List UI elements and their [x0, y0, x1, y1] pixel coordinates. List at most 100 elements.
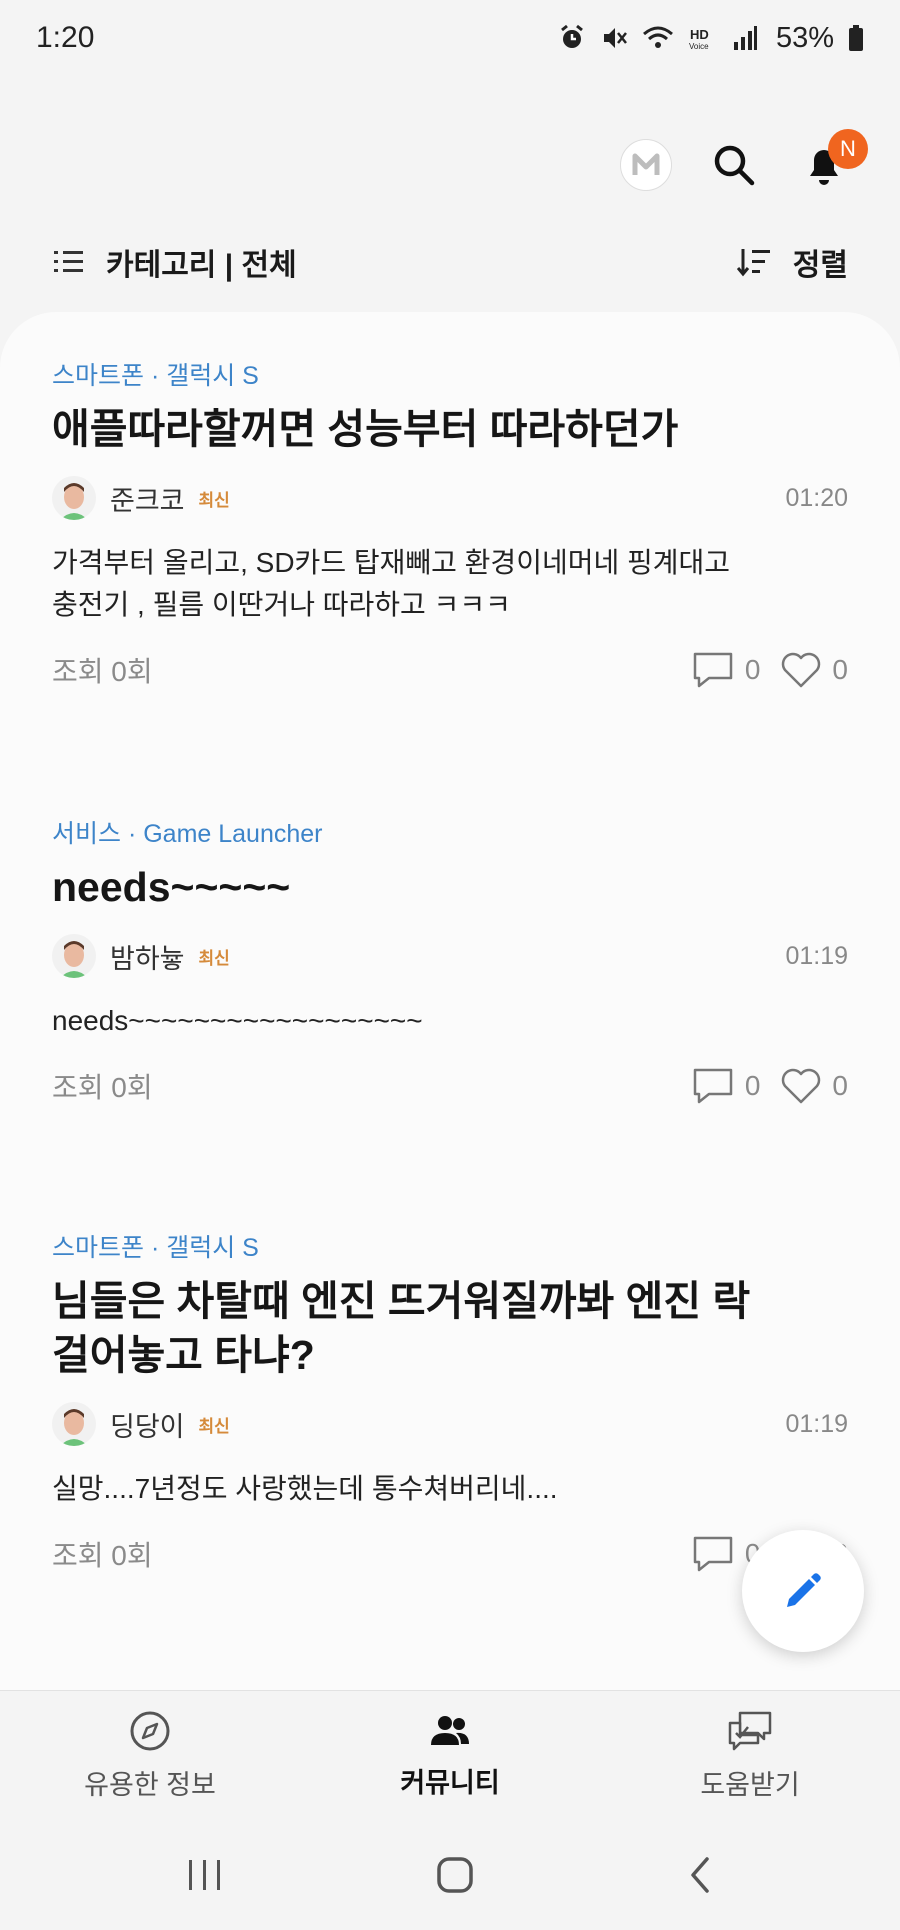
post-card[interactable]: 스마트폰 · 갤럭시 S 애플따라할꺼면 성능부터 따라하던가 준크코 최신 0…: [52, 356, 848, 700]
author-name: 준크코: [110, 485, 185, 516]
post-body-line: 가격부터 올리고, SD카드 탑재빼고 환경이네머네 핑계대고: [52, 547, 731, 578]
post-body-line: 충전기 , 필름 이딴거나 따라하고 ㅋㅋㅋ: [52, 589, 511, 620]
category-filter-label: 카테고리 | 전체: [106, 249, 297, 282]
notifications-button[interactable]: N: [796, 129, 868, 193]
post-title-line: 님들은 차탈때 엔진 뜨거워질까봐 엔진 락: [52, 1278, 751, 1324]
comment-icon: [693, 1068, 733, 1104]
nav-label: 도움받기: [700, 1770, 800, 1800]
signal-icon: [733, 26, 757, 50]
post-body[interactable]: needs~~~~~~~~~~~~~~~~~~: [52, 1000, 848, 1042]
people-icon: [431, 1716, 469, 1745]
view-count: 조회 0회: [52, 1540, 153, 1571]
like-button[interactable]: 0: [780, 651, 848, 689]
bottom-nav: 유용한 정보 커뮤니티 도움받기: [0, 1690, 900, 1820]
members-m-icon: [632, 153, 660, 175]
author-name: 딩당이: [110, 1411, 185, 1442]
avatar: [52, 476, 96, 520]
avatar: [52, 1402, 96, 1446]
status-bar: 1:20 HD Voice 53%: [0, 0, 900, 76]
nav-label: 유용한 정보: [84, 1770, 216, 1800]
nav-label: 커뮤니티: [400, 1768, 500, 1798]
system-nav-bar: [0, 1820, 900, 1930]
svg-text:HD: HD: [690, 27, 709, 42]
search-icon: [714, 145, 755, 186]
comment-icon: [693, 652, 733, 688]
alarm-icon: [561, 24, 583, 48]
sort-label: 정렬: [792, 249, 848, 282]
comment-button[interactable]: 0: [691, 650, 761, 690]
chat-bubbles-icon: [728, 1711, 772, 1751]
post-card[interactable]: 스마트폰 · 갤럭시 S 님들은 차탈때 엔진 뜨거워질까봐 엔진 락 걸어놓고…: [52, 1228, 848, 1584]
hd-voice-icon: HD Voice: [689, 27, 709, 51]
comment-count: 0: [744, 654, 761, 685]
like-button[interactable]: 0: [780, 1067, 848, 1105]
home-icon[interactable]: [435, 1855, 475, 1895]
list-icon: [54, 251, 83, 272]
post-body[interactable]: 가격부터 올리고, SD카드 탑재빼고 환경이네머네 핑계대고 충전기 , 필름…: [52, 542, 848, 626]
new-badge: 최신: [198, 1416, 230, 1436]
members-button[interactable]: [620, 139, 672, 191]
post-time: 01:19: [785, 941, 848, 970]
battery-percent: 53%: [775, 21, 834, 54]
wifi-icon: [642, 26, 673, 48]
notification-badge: N: [828, 129, 868, 169]
new-badge: 최신: [198, 948, 230, 968]
nav-useful-info[interactable]: 유용한 정보: [0, 1691, 300, 1820]
back-icon[interactable]: [685, 1855, 715, 1895]
post-footer: 조회 0회 0 0: [52, 640, 848, 700]
pencil-icon: [787, 1573, 821, 1607]
compass-icon: [130, 1711, 170, 1751]
post-footer: 조회 0회 0 2: [52, 1524, 848, 1584]
post-title[interactable]: 애플따라할꺼면 성능부터 따라하던가: [52, 402, 848, 456]
post-card[interactable]: 서비스 · Game Launcher needs~~~~~ 밤하늏 최신 01…: [52, 814, 848, 1116]
post-time: 01:19: [785, 1409, 848, 1438]
post-body[interactable]: 실망....7년정도 사랑했는데 통수쳐버리네....: [52, 1468, 848, 1510]
write-post-button[interactable]: [742, 1530, 864, 1652]
post-author[interactable]: 밤하늏 최신: [52, 934, 230, 978]
sort-button[interactable]: 정렬: [736, 240, 848, 284]
view-count: 조회 0회: [52, 1072, 153, 1103]
sort-icon: [736, 249, 770, 277]
post-category[interactable]: 스마트폰 · 갤럭시 S: [52, 1228, 848, 1264]
post-category[interactable]: 스마트폰 · 갤럭시 S: [52, 356, 848, 392]
nav-community[interactable]: 커뮤니티: [300, 1691, 600, 1820]
post-title[interactable]: needs~~~~~: [52, 860, 848, 914]
comment-count: 0: [744, 1070, 761, 1101]
reactions: 0 0: [671, 650, 848, 690]
post-meta: 준크코 최신 01:20: [52, 470, 848, 526]
new-badge: 최신: [198, 490, 230, 510]
comment-icon: [693, 1536, 733, 1572]
post-title[interactable]: 님들은 차탈때 엔진 뜨거워질까봐 엔진 락 걸어놓고 타냐?: [52, 1274, 848, 1382]
category-filter[interactable]: 카테고리 | 전체: [54, 240, 297, 284]
filter-bar: 카테고리 | 전체 정렬: [0, 230, 900, 294]
post-author[interactable]: 준크코 최신: [52, 476, 230, 520]
comment-button[interactable]: 0: [691, 1066, 761, 1106]
view-count: 조회 0회: [52, 656, 153, 687]
post-body-line: 실망....7년정도 사랑했는데 통수쳐버리네....: [52, 1473, 558, 1504]
heart-icon: [782, 652, 821, 688]
post-author[interactable]: 딩당이 최신: [52, 1402, 230, 1446]
status-icons: HD Voice 53%: [558, 22, 864, 55]
like-count: 0: [832, 654, 848, 685]
status-time: 1:20: [36, 21, 95, 54]
post-feed: 스마트폰 · 갤럭시 S 애플따라할꺼면 성능부터 따라하던가 준크코 최신 0…: [0, 312, 900, 1690]
svg-text:Voice: Voice: [689, 42, 709, 51]
post-time: 01:20: [785, 483, 848, 512]
post-meta: 딩당이 최신 01:19: [52, 1396, 848, 1452]
post-footer: 조회 0회 0 0: [52, 1056, 848, 1116]
post-meta: 밤하늏 최신 01:19: [52, 928, 848, 984]
like-count: 0: [832, 1070, 848, 1101]
heart-icon: [782, 1068, 821, 1104]
recent-apps-icon[interactable]: [185, 1858, 225, 1892]
post-title-line: 걸어놓고 타냐?: [52, 1332, 315, 1378]
app-header: N: [0, 120, 900, 210]
search-button[interactable]: [706, 137, 762, 193]
battery-icon: [849, 25, 863, 51]
post-body-line: needs~~~~~~~~~~~~~~~~~~: [52, 1005, 423, 1036]
avatar: [52, 934, 96, 978]
author-name: 밤하늏: [110, 943, 185, 974]
post-category[interactable]: 서비스 · Game Launcher: [52, 814, 848, 850]
nav-get-help[interactable]: 도움받기: [600, 1691, 900, 1820]
reactions: 0 0: [671, 1066, 848, 1106]
mute-icon: [603, 28, 627, 48]
